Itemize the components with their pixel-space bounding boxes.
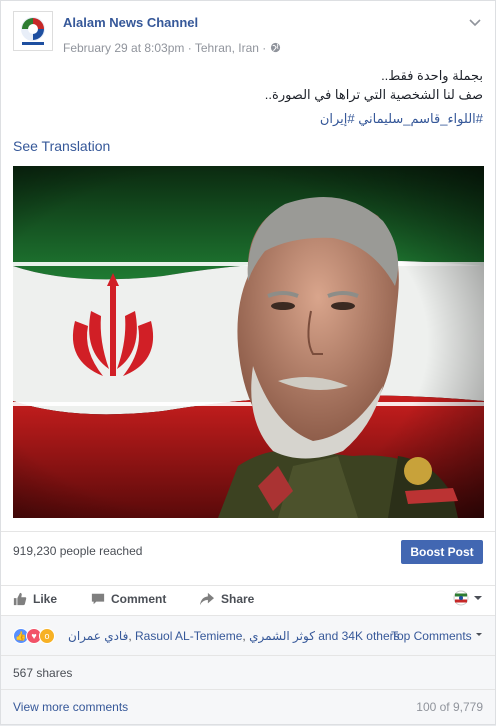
reactor-name[interactable]: كوثر الشمري xyxy=(249,629,315,643)
share-icon xyxy=(200,592,214,606)
flag-avatar-icon xyxy=(453,590,469,606)
view-more-comments-link[interactable]: View more comments xyxy=(13,700,128,714)
globe-icon[interactable] xyxy=(270,42,281,53)
post-location[interactable]: Tehran, Iran xyxy=(195,41,259,55)
post-date[interactable]: February 29 at 8:03pm xyxy=(63,41,184,55)
shares-row: 567 shares xyxy=(1,656,495,690)
post-image[interactable] xyxy=(13,166,484,518)
shares-count[interactable]: 567 shares xyxy=(13,666,72,680)
share-label: Share xyxy=(221,592,255,606)
reaction-icons[interactable]: 👍 ♥ o xyxy=(13,628,55,644)
meta-separator: · xyxy=(187,41,192,55)
like-icon xyxy=(13,592,27,606)
share-button[interactable]: Share xyxy=(199,592,254,606)
others-reacted-link[interactable]: and 34K others xyxy=(315,629,399,643)
like-button[interactable]: Like xyxy=(13,592,57,606)
chevron-down-icon xyxy=(476,633,482,636)
top-comments-label: Top Comments xyxy=(390,629,472,643)
post-hashtags[interactable]: #اللواء_قاسم_سليماني #إيران xyxy=(23,110,483,128)
post-card: Alalam News Channel February 29 at 8:03p… xyxy=(0,0,496,725)
reach-row: 919,230 people reached Boost Post xyxy=(1,531,495,571)
see-translation-link[interactable]: See Translation xyxy=(13,138,110,154)
feedback-section: 👍 ♥ o فادي عمران, Rasuol AL-Temieme, كوث… xyxy=(1,615,495,724)
comment-icon xyxy=(91,593,105,605)
portrait-with-flag-image xyxy=(13,166,484,518)
wow-reaction-icon: o xyxy=(39,628,55,644)
page-avatar[interactable] xyxy=(13,11,53,51)
chevron-down-icon xyxy=(474,596,482,600)
post-meta: February 29 at 8:03pm · Tehran, Iran · xyxy=(63,41,281,55)
reactors-summary: فادي عمران, Rasuol AL-Temieme, كوثر الشم… xyxy=(68,629,400,643)
post-header: Alalam News Channel February 29 at 8:03p… xyxy=(13,11,483,59)
reactions-row: 👍 ♥ o فادي عمران, Rasuol AL-Temieme, كوث… xyxy=(1,616,495,656)
like-label: Like xyxy=(33,592,58,606)
comments-row: View more comments 100 of 9,779 xyxy=(1,690,495,726)
post-text-line: صف لنا الشخصية التي تراها في الصورة.. xyxy=(264,87,483,102)
people-reached-count[interactable]: 919,230 people reached xyxy=(13,544,142,558)
comment-label: Comment xyxy=(111,592,167,606)
action-bar: Like Comment Share xyxy=(1,585,495,615)
alalam-logo-icon xyxy=(21,17,45,45)
comment-button[interactable]: Comment xyxy=(91,592,166,606)
boost-post-button[interactable]: Boost Post xyxy=(401,540,483,564)
reactor-separator: , xyxy=(128,629,135,643)
meta-separator: · xyxy=(262,41,267,55)
post-text-line: بجملة واحدة فقط.. xyxy=(381,68,483,83)
post-text: بجملة واحدة فقط.. صف لنا الشخصية التي تر… xyxy=(23,67,483,128)
page-name[interactable]: Alalam News Channel xyxy=(63,15,198,30)
post-as-selector[interactable] xyxy=(453,590,483,606)
top-comments-dropdown[interactable]: Top Comments xyxy=(391,629,483,643)
comments-counter: 100 of 9,779 xyxy=(416,700,483,714)
reactor-name[interactable]: فادي عمران xyxy=(68,629,128,643)
chevron-down-icon[interactable] xyxy=(467,15,483,31)
reactor-name[interactable]: Rasuol AL-Temieme xyxy=(135,629,242,643)
